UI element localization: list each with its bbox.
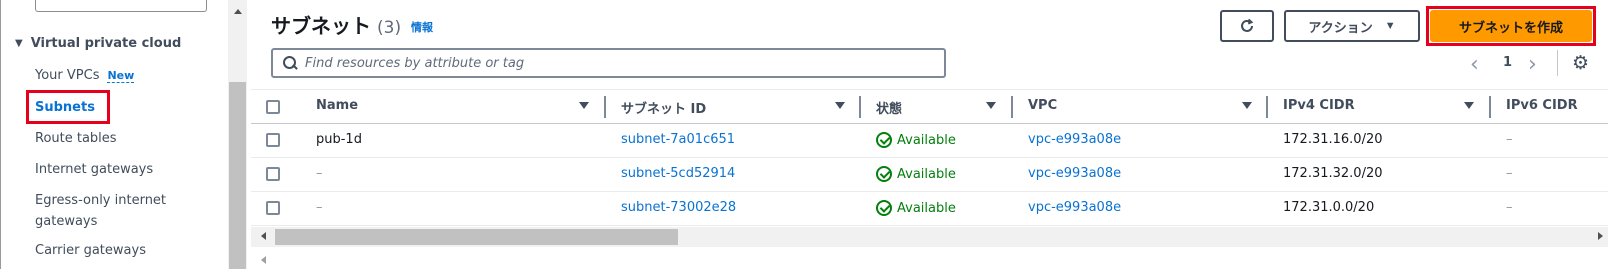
sort-caret-icon[interactable] <box>835 102 845 109</box>
sort-caret-icon[interactable] <box>986 102 996 109</box>
cell-state: Available <box>876 166 956 182</box>
column-resizer[interactable] <box>1266 96 1268 118</box>
cell-state: Available <box>876 132 956 148</box>
table-row[interactable]: – subnet-73002e28 Available vpc-e993a08e… <box>251 192 1608 226</box>
sidebar: ▼ Virtual private cloud Your VPCs New Sub… <box>0 0 228 269</box>
page-number[interactable]: 1 <box>1503 55 1512 70</box>
cell-subnet-id-link[interactable]: subnet-7a01c651 <box>621 132 735 147</box>
sidebar-scrollbar-thumb[interactable] <box>229 82 246 269</box>
cell-name: – <box>316 200 323 215</box>
refresh-button[interactable] <box>1220 10 1274 42</box>
sidebar-item-label: Internet gateways <box>35 162 154 177</box>
sidebar-item-label: Your VPCs <box>35 68 100 83</box>
cell-name: – <box>316 166 323 181</box>
caret-down-icon: ▼ <box>1384 20 1396 32</box>
row-checkbox[interactable] <box>266 133 280 147</box>
column-resizer[interactable] <box>1011 96 1013 118</box>
cell-state: Available <box>876 200 956 216</box>
sidebar-item-route-tables[interactable]: Route tables <box>35 131 117 146</box>
search-input[interactable] <box>305 55 925 71</box>
sidebar-item-label: Route tables <box>35 131 117 146</box>
cell-vpc-link[interactable]: vpc-e993a08e <box>1028 200 1121 215</box>
column-header-state[interactable]: 状態 <box>876 98 902 117</box>
sort-caret-icon[interactable] <box>1464 102 1474 109</box>
cell-ipv6-cidr: – <box>1506 132 1513 147</box>
cell-ipv4-cidr: 172.31.16.0/20 <box>1283 132 1383 147</box>
scroll-left-arrow-icon[interactable] <box>261 232 266 240</box>
check-circle-icon <box>876 200 892 216</box>
search-icon <box>283 56 297 70</box>
column-header-name[interactable]: Name <box>316 98 358 113</box>
create-subnet-label: サブネットを作成 <box>1458 19 1563 35</box>
cell-ipv6-cidr: – <box>1506 166 1513 181</box>
sidebar-section-title: Virtual private cloud <box>30 36 182 51</box>
page-title-text: サブネット <box>271 14 371 38</box>
scroll-right-arrow-icon[interactable] <box>1598 232 1603 240</box>
refresh-icon <box>1241 18 1254 32</box>
gear-icon[interactable]: ⚙ <box>1572 53 1592 73</box>
sidebar-item-label: Carrier gateways <box>35 243 146 258</box>
cell-subnet-id-link[interactable]: subnet-73002e28 <box>621 200 736 215</box>
scroll-left-arrow-icon[interactable] <box>261 256 266 264</box>
create-subnet-button[interactable]: サブネットを作成 <box>1430 10 1592 42</box>
sort-caret-icon[interactable] <box>1242 102 1252 109</box>
column-header-ipv6-cidr[interactable]: IPv6 CIDR <box>1506 98 1578 113</box>
check-circle-icon <box>876 166 892 182</box>
subnets-highlight-box <box>26 90 110 124</box>
column-resizer[interactable] <box>1489 96 1491 118</box>
actions-label: アクション <box>1308 19 1373 35</box>
scroll-up-arrow-icon[interactable] <box>234 9 242 14</box>
column-resizer[interactable] <box>859 96 861 118</box>
sort-caret-icon[interactable] <box>579 102 589 109</box>
bottom-panel-edge <box>251 247 1608 269</box>
cell-subnet-id-link[interactable]: subnet-5cd52914 <box>621 166 735 181</box>
column-header-subnet-id[interactable]: サブネット ID <box>621 98 706 117</box>
cell-ipv4-cidr: 172.31.0.0/20 <box>1283 200 1375 215</box>
sidebar-item-your-vpcs[interactable]: Your VPCs New <box>35 68 135 83</box>
table-header: Name サブネット ID 状態 VPC IPv4 CIDR IPv6 CIDR <box>251 89 1608 124</box>
sidebar-section-vpc[interactable]: ▼ Virtual private cloud <box>15 36 181 51</box>
cell-ipv4-cidr: 172.31.32.0/20 <box>1283 166 1383 181</box>
resource-count: (3) <box>377 18 402 38</box>
caret-down-icon: ▼ <box>15 38 23 49</box>
subnets-table: Name サブネット ID 状態 VPC IPv4 CIDR IPv6 CIDR… <box>251 89 1608 227</box>
cell-vpc-link[interactable]: vpc-e993a08e <box>1028 166 1121 181</box>
pagination-divider <box>1557 50 1558 76</box>
table-row[interactable]: pub-1d subnet-7a01c651 Available vpc-e99… <box>251 124 1608 158</box>
column-resizer[interactable] <box>604 96 606 118</box>
search-box[interactable] <box>271 48 946 78</box>
check-circle-icon <box>876 132 892 148</box>
actions-dropdown[interactable]: アクション ▼ <box>1284 10 1420 42</box>
sidebar-item-label: Egress-only internet <box>35 193 167 208</box>
state-label: Available <box>897 166 956 182</box>
horizontal-scrollbar-thumb[interactable] <box>275 229 678 245</box>
cell-ipv6-cidr: – <box>1506 200 1513 215</box>
state-label: Available <box>897 132 956 148</box>
cell-vpc-link[interactable]: vpc-e993a08e <box>1028 132 1121 147</box>
next-page-icon[interactable]: › <box>1528 52 1537 77</box>
sidebar-filter-box[interactable] <box>35 0 207 12</box>
column-header-vpc[interactable]: VPC <box>1028 98 1057 113</box>
page-title: サブネット (3) <box>271 10 401 39</box>
row-checkbox[interactable] <box>266 201 280 215</box>
new-badge: New <box>107 69 135 83</box>
sidebar-item-egress-only-gateways[interactable]: Egress-only internet gateways <box>35 190 166 232</box>
select-all-checkbox[interactable] <box>266 100 280 114</box>
table-row[interactable]: – subnet-5cd52914 Available vpc-e993a08e… <box>251 158 1608 192</box>
sidebar-item-label-line2: gateways <box>35 214 98 229</box>
sidebar-item-carrier-gateways[interactable]: Carrier gateways <box>35 243 146 258</box>
previous-page-icon[interactable]: ‹ <box>1470 52 1479 77</box>
row-checkbox[interactable] <box>266 167 280 181</box>
state-label: Available <box>897 200 956 216</box>
sidebar-item-internet-gateways[interactable]: Internet gateways <box>35 162 153 177</box>
info-link[interactable]: 情報 <box>411 19 433 35</box>
column-header-ipv4-cidr[interactable]: IPv4 CIDR <box>1283 98 1355 113</box>
cell-name: pub-1d <box>316 132 362 147</box>
